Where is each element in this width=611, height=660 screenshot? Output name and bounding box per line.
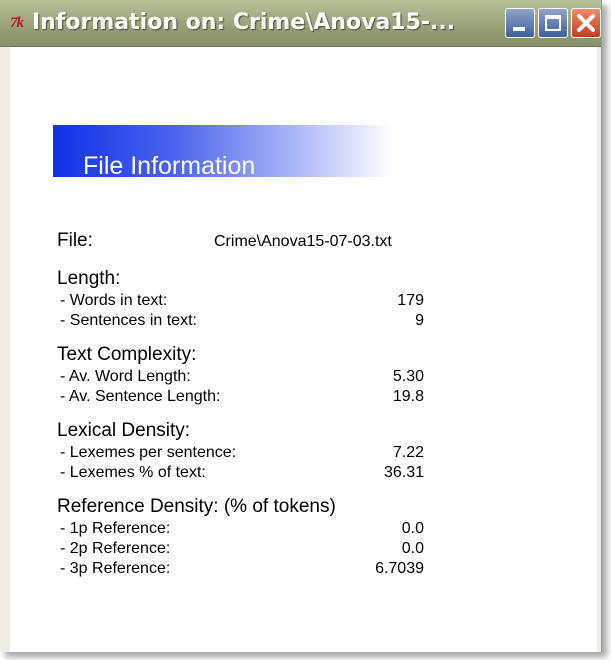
banner-title: File Information: [83, 152, 256, 180]
av-word-length-label: - Av. Word Length:: [60, 368, 191, 385]
maximize-icon: [545, 15, 561, 31]
lexemes-percent-value: 36.31: [383, 464, 424, 481]
3p-reference-label: - 3p Reference:: [60, 560, 171, 577]
2p-reference-value: 0.0: [401, 540, 424, 557]
title-bar[interactable]: 7k Information on: Crime\Anova15-...: [0, 0, 601, 47]
3p-reference-value: 6.7039: [375, 560, 424, 577]
av-sentence-length-value: 19.8: [392, 388, 424, 405]
reference-density-heading: Reference Density: (% of tokens): [57, 496, 336, 517]
lexical-density-heading: Lexical Density:: [57, 420, 191, 441]
close-icon: [577, 14, 595, 32]
words-in-text-value: 179: [397, 292, 424, 309]
lexemes-per-sentence-label: - Lexemes per sentence:: [60, 444, 237, 461]
text-complexity-heading: Text Complexity:: [57, 344, 197, 365]
av-sentence-length-label: - Av. Sentence Length:: [60, 388, 221, 405]
maximize-button[interactable]: [538, 8, 568, 38]
lexemes-per-sentence-value: 7.22: [392, 444, 424, 461]
content-panel: File Information File: Crime\Anova15-07-…: [10, 47, 597, 652]
window-title: Information on: Crime\Anova15-...: [32, 10, 456, 35]
words-in-text-label: - Words in text:: [60, 292, 168, 309]
minimize-button[interactable]: [505, 8, 535, 38]
sentences-in-text-label: - Sentences in text:: [60, 312, 197, 329]
file-value: Crime\Anova15-07-03.txt: [214, 233, 392, 250]
info-window: 7k Information on: Crime\Anova15-... Fil…: [0, 0, 602, 652]
file-label: File:: [57, 230, 93, 251]
tk-feather-icon[interactable]: 7k: [10, 14, 32, 32]
1p-reference-value: 0.0: [401, 520, 424, 537]
length-heading: Length:: [57, 268, 121, 289]
2p-reference-label: - 2p Reference:: [60, 540, 171, 557]
close-button[interactable]: [571, 8, 601, 38]
av-word-length-value: 5.30: [392, 368, 424, 385]
1p-reference-label: - 1p Reference:: [60, 520, 171, 537]
sentences-in-text-value: 9: [415, 312, 424, 329]
lexemes-percent-label: - Lexemes % of text:: [60, 464, 206, 481]
minimize-icon: [513, 27, 525, 31]
